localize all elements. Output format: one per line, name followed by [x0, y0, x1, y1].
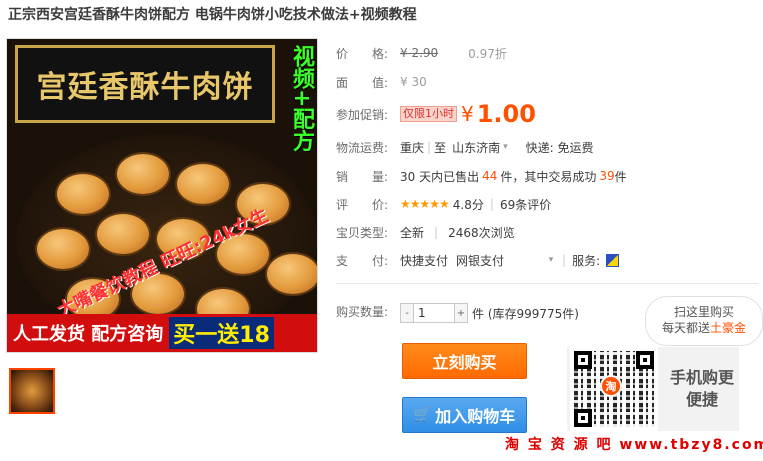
promo-row: 参加促销: 仅限1小时 ¥ 1.00 — [336, 101, 536, 127]
ship-to-select[interactable]: 山东济南 — [452, 139, 500, 156]
service-icon[interactable] — [606, 253, 620, 267]
buy-now-button[interactable]: 立刻购买 — [402, 343, 527, 379]
rating-score: 4.8分 — [452, 197, 484, 212]
quantity-label-row: 购买数量: — [336, 301, 400, 321]
sales-middle: 件，其中交易成功 — [500, 169, 597, 184]
sold-count: 44 — [482, 169, 498, 183]
sales-prefix: 30 天内已售出 — [400, 169, 480, 184]
quantity-increase-button[interactable]: + — [454, 303, 468, 323]
stock-info: 件 (库存999775件) — [472, 306, 579, 321]
promo-tag: 仅限1小时 — [400, 106, 457, 122]
quantity-stepper: - + 件 (库存999775件) — [400, 303, 579, 323]
star-rating-icon: ★★★★★ — [400, 197, 450, 211]
product-title: 正宗西安宫廷香酥牛肉饼配方 电锅牛肉饼小吃技术做法+视频教程 — [8, 7, 417, 23]
bubble-line2: 每天都送 — [661, 321, 710, 335]
video-recipe-badge: 视频+配方 — [289, 45, 314, 152]
face-value: ¥ 30 — [400, 75, 427, 89]
service-label: 服务: — [572, 253, 601, 268]
add-to-cart-label: 加入购物车 — [435, 407, 516, 426]
rating-label: 评 价: — [336, 197, 389, 212]
sales-suffix: 件 — [614, 169, 627, 184]
image-banner: 人工发货 配方咨询 买一送18 — [7, 314, 317, 352]
price-row: 价 格: ¥ 2.90 0.97折 — [336, 43, 507, 63]
taobao-logo-icon: 淘 — [600, 375, 622, 397]
sales-label: 销 量: — [336, 169, 389, 184]
cart-icon: 🛒 — [413, 407, 432, 423]
payment-row: 支 付: 快捷支付 网银支付 ▾ | 服务: — [336, 250, 620, 270]
site-watermark: 淘 宝 资 源 吧 www.tbzy8.com — [505, 437, 763, 453]
divider — [336, 283, 758, 284]
promo-price: 1.00 — [476, 100, 536, 128]
banner-highlight: 买一送18 — [169, 317, 274, 349]
qr-code[interactable]: 淘 — [570, 347, 658, 431]
rating-row: 评 价: ★★★★★ 4.8分 | 69条评价 — [336, 196, 552, 213]
face-value-row: 面 值: ¥ 30 — [336, 72, 427, 92]
thumbnail-image[interactable] — [9, 368, 55, 414]
payment-method-quick[interactable]: 快捷支付 — [400, 252, 448, 269]
scan-promo-bubble: 扫这里购买 每天都送土豪金 — [645, 296, 763, 346]
payment-method-bank[interactable]: 网银支付 — [456, 252, 504, 269]
quantity-label: 购买数量: — [336, 304, 389, 319]
item-type-row: 宝贝类型: 全新 | 2468次浏览 — [336, 225, 515, 240]
payment-label: 支 付: — [336, 253, 389, 268]
ship-from: 重庆 — [400, 140, 425, 155]
promo-currency: ¥ — [461, 102, 474, 126]
bubble-line1: 扫这里购买 — [673, 305, 734, 319]
shipping-label: 物流运费: — [336, 140, 389, 155]
review-count-link[interactable]: 69条评价 — [500, 196, 551, 213]
banner-text: 人工发货 配方咨询 — [13, 324, 164, 345]
quantity-input[interactable] — [414, 303, 454, 323]
mobile-buy-text: 手机购更便捷 — [669, 368, 734, 409]
add-to-cart-button[interactable]: 🛒 加入购物车 — [402, 397, 527, 433]
chevron-down-icon[interactable]: ▾ — [503, 142, 508, 152]
item-type-label: 宝贝类型: — [336, 225, 389, 240]
view-count: 2468次浏览 — [448, 225, 515, 240]
express-fee: 快递: 免运费 — [525, 140, 594, 155]
payment-dropdown-icon[interactable]: ▾ — [546, 255, 556, 265]
promo-label: 参加促销: — [336, 107, 389, 122]
item-condition: 全新 — [400, 225, 425, 240]
sales-row: 销 量: 30 天内已售出 44 件，其中交易成功 39 件 — [336, 166, 627, 186]
main-product-image[interactable]: 宫廷香酥牛肉饼 视频+配方 大嘴餐饮教程 旺旺:24k女生 人工发货 配方咨询 … — [6, 38, 318, 353]
shipping-row: 物流运费: 重庆 | 至 山东济南 ▾ 快递: 免运费 — [336, 139, 594, 156]
quantity-decrease-button[interactable]: - — [400, 303, 414, 323]
face-value-label: 面 值: — [336, 75, 389, 90]
success-count: 39 — [599, 169, 615, 183]
bubble-gold: 土豪金 — [710, 321, 747, 335]
ship-to-label: 至 — [434, 140, 447, 155]
discount-rate: 0.97折 — [468, 46, 507, 61]
original-price: ¥ 2.90 — [400, 46, 439, 60]
price-label: 价 格: — [336, 46, 389, 61]
sign-board: 宫廷香酥牛肉饼 — [15, 45, 275, 123]
